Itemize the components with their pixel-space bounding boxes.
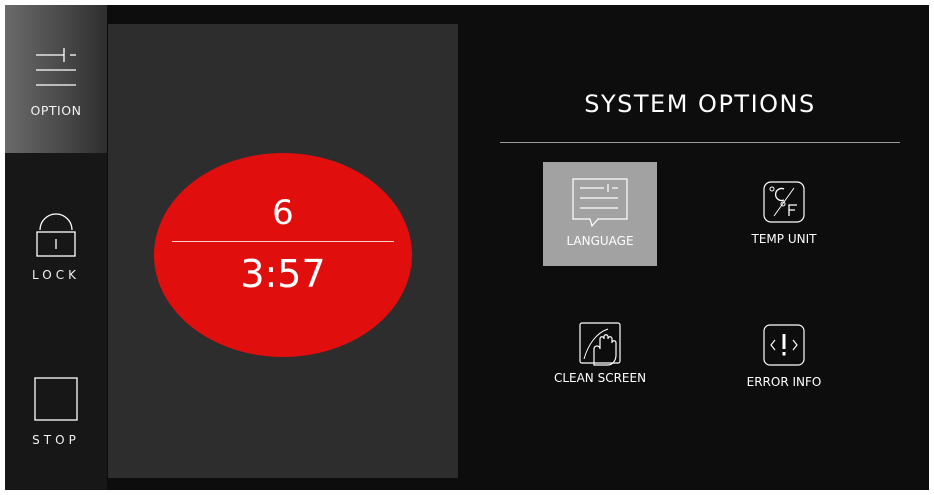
language-option[interactable]: LANGUAGE (543, 162, 657, 266)
option-menu-icon (36, 48, 76, 86)
clean-screen-label: CLEAN SCREEN (553, 371, 647, 385)
stop-label: STOP (32, 433, 80, 447)
sidebar: OPTION LOCK STOP (5, 5, 107, 490)
error-info-option[interactable]: ERROR INFO (727, 305, 841, 409)
timer-divider (172, 241, 394, 242)
lock-icon (36, 213, 76, 257)
stop-icon (34, 377, 78, 421)
page-title: SYSTEM OPTIONS (584, 90, 816, 118)
timer-display[interactable]: 6 3:57 (154, 153, 412, 357)
error-info-label: ERROR INFO (746, 375, 822, 389)
temp-unit-option[interactable]: TEMP UNIT (727, 162, 841, 266)
language-icon (572, 178, 628, 228)
temp-unit-icon (763, 181, 805, 223)
option-button[interactable]: OPTION (5, 5, 107, 153)
title-divider (500, 142, 900, 143)
clean-screen-option[interactable]: CLEAN SCREEN (543, 305, 657, 409)
option-label: OPTION (30, 103, 82, 118)
timer-time-value: 3:57 (240, 252, 326, 296)
stop-button[interactable]: STOP (5, 373, 107, 473)
timer-panel: 6 3:57 (108, 24, 458, 478)
language-label: LANGUAGE (566, 234, 634, 248)
clean-screen-icon (579, 322, 621, 366)
temp-unit-label: TEMP UNIT (751, 232, 817, 246)
error-info-icon (763, 324, 805, 366)
lock-button[interactable]: LOCK (5, 200, 107, 290)
timer-top-value: 6 (272, 193, 294, 233)
lock-label: LOCK (32, 268, 80, 282)
oven-control-screen: OPTION LOCK STOP 6 3:57 SYSTEM OPTIONS L… (5, 5, 929, 490)
